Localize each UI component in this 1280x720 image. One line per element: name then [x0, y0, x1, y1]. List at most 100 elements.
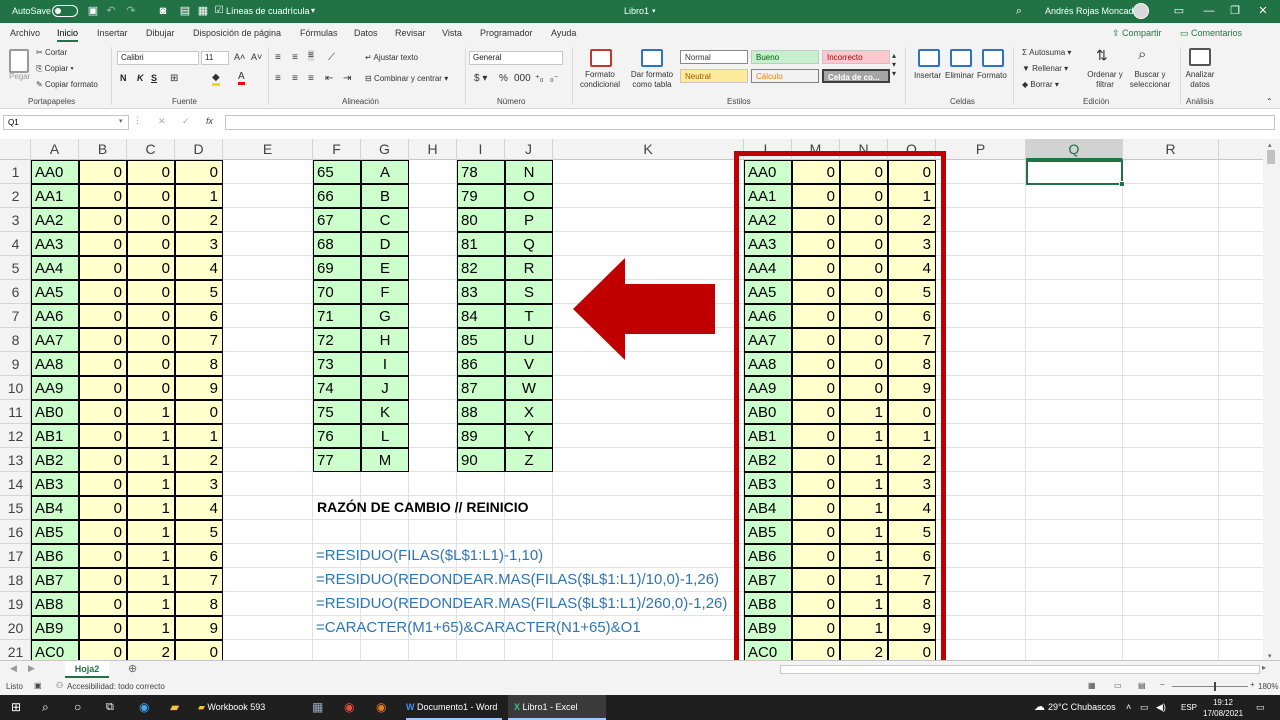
cell-ascii-letter[interactable]: D: [361, 232, 409, 256]
camera-icon[interactable]: ◙: [156, 4, 170, 18]
cell-ascii-letter[interactable]: I: [361, 352, 409, 376]
cell-value[interactable]: 1: [127, 400, 175, 424]
row-header[interactable]: 17: [0, 544, 31, 568]
cell-value[interactable]: 0: [79, 304, 127, 328]
font-color-icon[interactable]: A: [238, 71, 245, 85]
orientation-icon[interactable]: ⟋: [328, 52, 335, 63]
italic-button[interactable]: K: [137, 73, 144, 83]
cell-value[interactable]: 0: [127, 232, 175, 256]
comments-button[interactable]: ▭ Comentarios: [1176, 26, 1246, 41]
delete-cells-icon[interactable]: [950, 49, 972, 67]
cell-value[interactable]: 0: [79, 208, 127, 232]
merge-center-button[interactable]: ⊟ Combinar y centrar ▾: [365, 74, 448, 83]
column-header[interactable]: F: [313, 139, 361, 160]
clear-button[interactable]: ◆ Borrar ▾: [1022, 80, 1059, 89]
cell-ascii-letter[interactable]: K: [361, 400, 409, 424]
cell-value[interactable]: 0: [79, 472, 127, 496]
zoom-level[interactable]: 180%: [1258, 682, 1278, 691]
close-icon[interactable]: ✕: [1252, 3, 1274, 19]
column-header[interactable]: K: [553, 139, 744, 160]
cell-value[interactable]: 6: [175, 544, 223, 568]
name-box-chevron-icon[interactable]: ▾: [119, 117, 123, 125]
selected-cell[interactable]: [1026, 160, 1123, 185]
cell-ascii-letter[interactable]: X: [505, 400, 553, 424]
column-header[interactable]: C: [127, 139, 175, 160]
cell-value[interactable]: 0: [79, 424, 127, 448]
cell-value[interactable]: 0: [79, 616, 127, 640]
prev-sheet-icon[interactable]: ◀: [10, 663, 17, 674]
style-calculo[interactable]: Cálculo: [751, 69, 819, 83]
cell-code[interactable]: AA3: [31, 232, 79, 256]
row-header[interactable]: 15: [0, 496, 31, 520]
fill-color-icon[interactable]: ◆: [212, 72, 220, 86]
accessibility-icon[interactable]: ⚇: [56, 681, 63, 690]
notifications-icon[interactable]: ▭: [1256, 695, 1265, 720]
search-icon[interactable]: ⌕: [1012, 4, 1026, 18]
cell-value[interactable]: 1: [127, 592, 175, 616]
cell-code[interactable]: AB2: [31, 448, 79, 472]
cell-value[interactable]: 0: [79, 496, 127, 520]
cell-value[interactable]: 0: [79, 520, 127, 544]
cell-value[interactable]: 0: [79, 160, 127, 184]
row-header[interactable]: 12: [0, 424, 31, 448]
cell-code[interactable]: AB5: [31, 520, 79, 544]
delete-cells-label[interactable]: Eliminar: [945, 71, 974, 80]
format-painter-button[interactable]: ✎ Copiar formato: [36, 80, 98, 89]
cell-ascii-code[interactable]: 86: [457, 352, 505, 376]
title-chevron-icon[interactable]: ▾: [652, 7, 656, 15]
column-header[interactable]: R: [1123, 139, 1219, 160]
cell-value[interactable]: 0: [79, 376, 127, 400]
shrink-font-icon[interactable]: A˅: [251, 52, 262, 62]
cell-code[interactable]: AB7: [31, 568, 79, 592]
cell-ascii-letter[interactable]: S: [505, 280, 553, 304]
ribbon-options-icon[interactable]: ▭: [1168, 3, 1190, 19]
cell-value[interactable]: 0: [127, 304, 175, 328]
row-header[interactable]: 20: [0, 616, 31, 640]
tab-vista[interactable]: Vista: [442, 28, 462, 38]
cell-value[interactable]: 1: [127, 472, 175, 496]
cell-ascii-letter[interactable]: Q: [505, 232, 553, 256]
next-sheet-icon[interactable]: ▶: [28, 663, 35, 674]
chrome-icon[interactable]: ◉: [344, 695, 354, 720]
insert-cells-icon[interactable]: [918, 49, 940, 67]
cell-value[interactable]: 0: [79, 400, 127, 424]
cell-ascii-code[interactable]: 78: [457, 160, 505, 184]
bold-button[interactable]: N: [120, 73, 127, 83]
style-bueno[interactable]: Bueno: [751, 50, 819, 64]
zoom-slider-thumb[interactable]: [1214, 682, 1216, 691]
save-icon[interactable]: ▣: [86, 4, 100, 18]
undo-icon[interactable]: ↶: [104, 4, 118, 18]
decrease-decimal-icon[interactable]: ₀⁻: [550, 73, 559, 84]
sort-filter-label[interactable]: Ordenar y filtrar: [1086, 70, 1124, 90]
cell-value[interactable]: 0: [175, 160, 223, 184]
cell-value[interactable]: 0: [79, 280, 127, 304]
style-incorrecto[interactable]: Incorrecto: [822, 50, 890, 64]
align-right-icon[interactable]: ≡: [308, 73, 314, 84]
column-header[interactable]: E: [223, 139, 313, 160]
cell-ascii-letter[interactable]: M: [361, 448, 409, 472]
row-header[interactable]: 19: [0, 592, 31, 616]
zoom-in-icon[interactable]: +: [1250, 680, 1255, 689]
cell-ascii-code[interactable]: 90: [457, 448, 505, 472]
gridlines-checkbox[interactable]: ☑: [212, 4, 226, 18]
cell-ascii-letter[interactable]: N: [505, 160, 553, 184]
form-icon[interactable]: ▤: [178, 4, 192, 18]
cell-code[interactable]: AB8: [31, 592, 79, 616]
cell-code[interactable]: AA9: [31, 376, 79, 400]
cell-code[interactable]: AB4: [31, 496, 79, 520]
fill-handle[interactable]: [1119, 181, 1125, 187]
cell-value[interactable]: 1: [127, 496, 175, 520]
cell-ascii-letter[interactable]: O: [505, 184, 553, 208]
cell-value[interactable]: 0: [79, 232, 127, 256]
cell-value[interactable]: 1: [127, 424, 175, 448]
row-header[interactable]: 5: [0, 256, 31, 280]
cell-code[interactable]: AA1: [31, 184, 79, 208]
cell-ascii-letter[interactable]: B: [361, 184, 409, 208]
collapse-ribbon-icon[interactable]: ⌃: [1266, 97, 1273, 106]
cell-ascii-letter[interactable]: R: [505, 256, 553, 280]
underline-button[interactable]: S: [151, 73, 157, 83]
align-top-icon[interactable]: ≡: [275, 52, 281, 63]
task-view-icon[interactable]: ⧉: [106, 695, 114, 720]
clock[interactable]: 19:12 17/08/2021: [1203, 697, 1243, 719]
cell-ascii-code[interactable]: 87: [457, 376, 505, 400]
